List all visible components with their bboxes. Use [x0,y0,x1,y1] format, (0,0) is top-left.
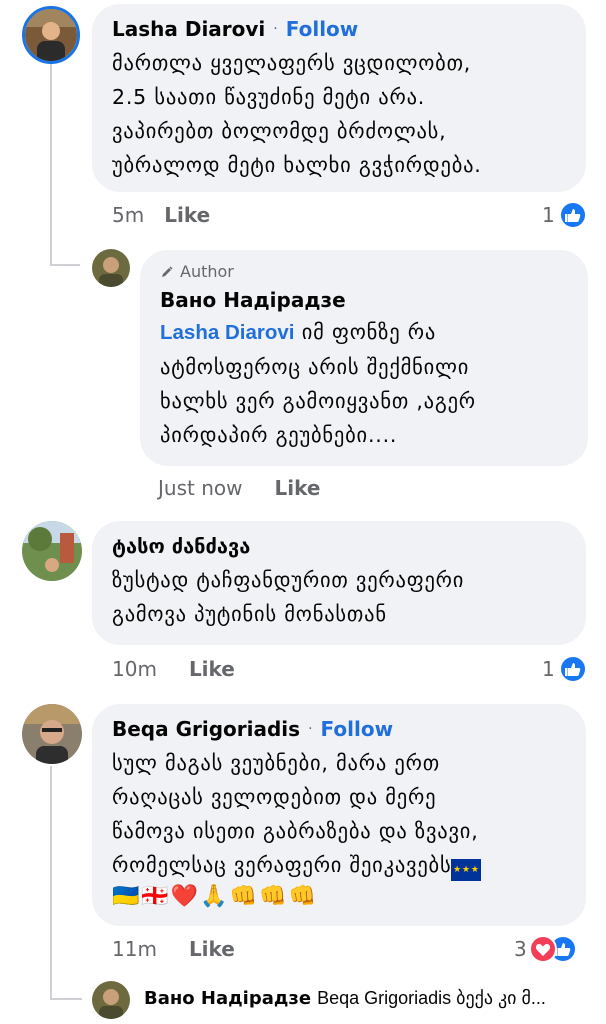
comment-bubble: Beqa Grigoriadis · Follow სულ მაგას ვეუბ… [92,704,586,926]
comment-bubble: ტასო ძანძავა ზუსტად ტაჩფანდურით ვერაფერი… [92,521,586,645]
reply-author[interactable]: Вано Надірадзе [144,988,311,1009]
emoji: 👊 [229,884,258,909]
comment-author[interactable]: ტასო ძანძავა [112,533,250,559]
emoji: 🇬🇪 [141,884,169,909]
mention-link[interactable]: Lasha Diarovi [160,321,294,344]
avatar[interactable] [92,249,130,287]
separator-dot: · [273,21,278,37]
comment-author[interactable]: Вано Надірадзе [160,287,346,313]
comment-bubble: Lasha Diarovi · Follow მართლა ყველაფერს … [92,4,586,192]
comment-author[interactable]: Beqa Grigoriadis [112,716,300,742]
reply-preview[interactable]: Вано Надірадзе Beqa Grigoriadis ბექა კი … [144,988,546,1009]
comment-meta: 11m Like [112,937,235,961]
reply-text: Beqa Grigoriadis ბექა კი მ... [317,988,546,1008]
eu-flag-icon: ★★★ [451,859,482,881]
emoji: 👊 [259,884,287,909]
thread-line-1-branch [50,264,80,266]
comment-meta: 5m Like [112,203,210,227]
avatar-image [25,9,77,61]
thumbs-up-icon [558,655,587,683]
pencil-icon [162,265,173,277]
follow-button[interactable]: Follow [286,16,359,42]
comment-bubble: Author Вано Надірадзе Lasha Diarovi იმ ფ… [140,250,588,466]
follow-button[interactable]: Follow [321,716,394,742]
avatar[interactable] [22,521,82,581]
thread-line-1 [50,64,52,264]
comment-meta: 10m Like [112,657,235,681]
comment-time[interactable]: 10m [112,657,157,681]
avatar[interactable] [92,981,130,1019]
comment-author[interactable]: Lasha Diarovi [112,16,265,42]
avatar-image [92,981,130,1019]
reaction-count: 3 [514,937,527,961]
heart-icon [528,935,557,963]
comment-text: მართლა ყველაფერს ვცდილობთ, 2.5 საათი წავ… [112,51,482,177]
like-button[interactable]: Like [274,476,320,500]
comment-text: სულ მაგას ვეუბნები, მარა ერთ რაღაცას ველ… [112,746,566,882]
avatar-image [92,249,130,287]
thumbs-up-icon [558,201,587,229]
avatar-image [22,521,82,581]
like-button[interactable]: Like [189,657,235,681]
like-button[interactable]: Like [189,937,235,961]
comment-text-body: სულ მაგას ვეუბნები, მარა ერთ რაღაცას ველ… [112,751,479,877]
thread-line-4 [50,766,52,998]
emoji: 👊 [288,884,316,909]
emoji: 🙏 [200,884,228,909]
author-badge: Author [180,262,234,281]
comment-time[interactable]: 11m [112,937,157,961]
reaction-summary[interactable]: 3 [514,935,577,963]
comment-text: Lasha Diarovi იმ ფონზე რა ატმოსფეროც არი… [160,315,568,452]
reaction-count: 1 [542,657,555,681]
avatar[interactable] [22,6,80,64]
emoji: 🇺🇦 [112,884,140,909]
emoji: ❤️ [170,884,199,909]
reaction-count: 1 [542,203,555,227]
separator-dot: · [308,721,313,737]
comment-meta: Just now Like [158,476,320,500]
comment-text: ზუსტად ტაჩფანდურით ვერაფერი გამოვა პუტინ… [112,568,465,626]
avatar-image [22,704,82,764]
thread-line-4-branch [50,998,82,1000]
comment-time[interactable]: 5m [112,203,144,227]
reaction-summary[interactable]: 1 [542,201,587,229]
reaction-summary[interactable]: 1 [542,655,587,683]
emoji-row: 🇺🇦 🇬🇪 ❤️ 🙏 👊 👊 👊 [112,884,566,909]
comment-time[interactable]: Just now [158,476,242,500]
avatar[interactable] [22,704,82,764]
like-button[interactable]: Like [164,203,210,227]
